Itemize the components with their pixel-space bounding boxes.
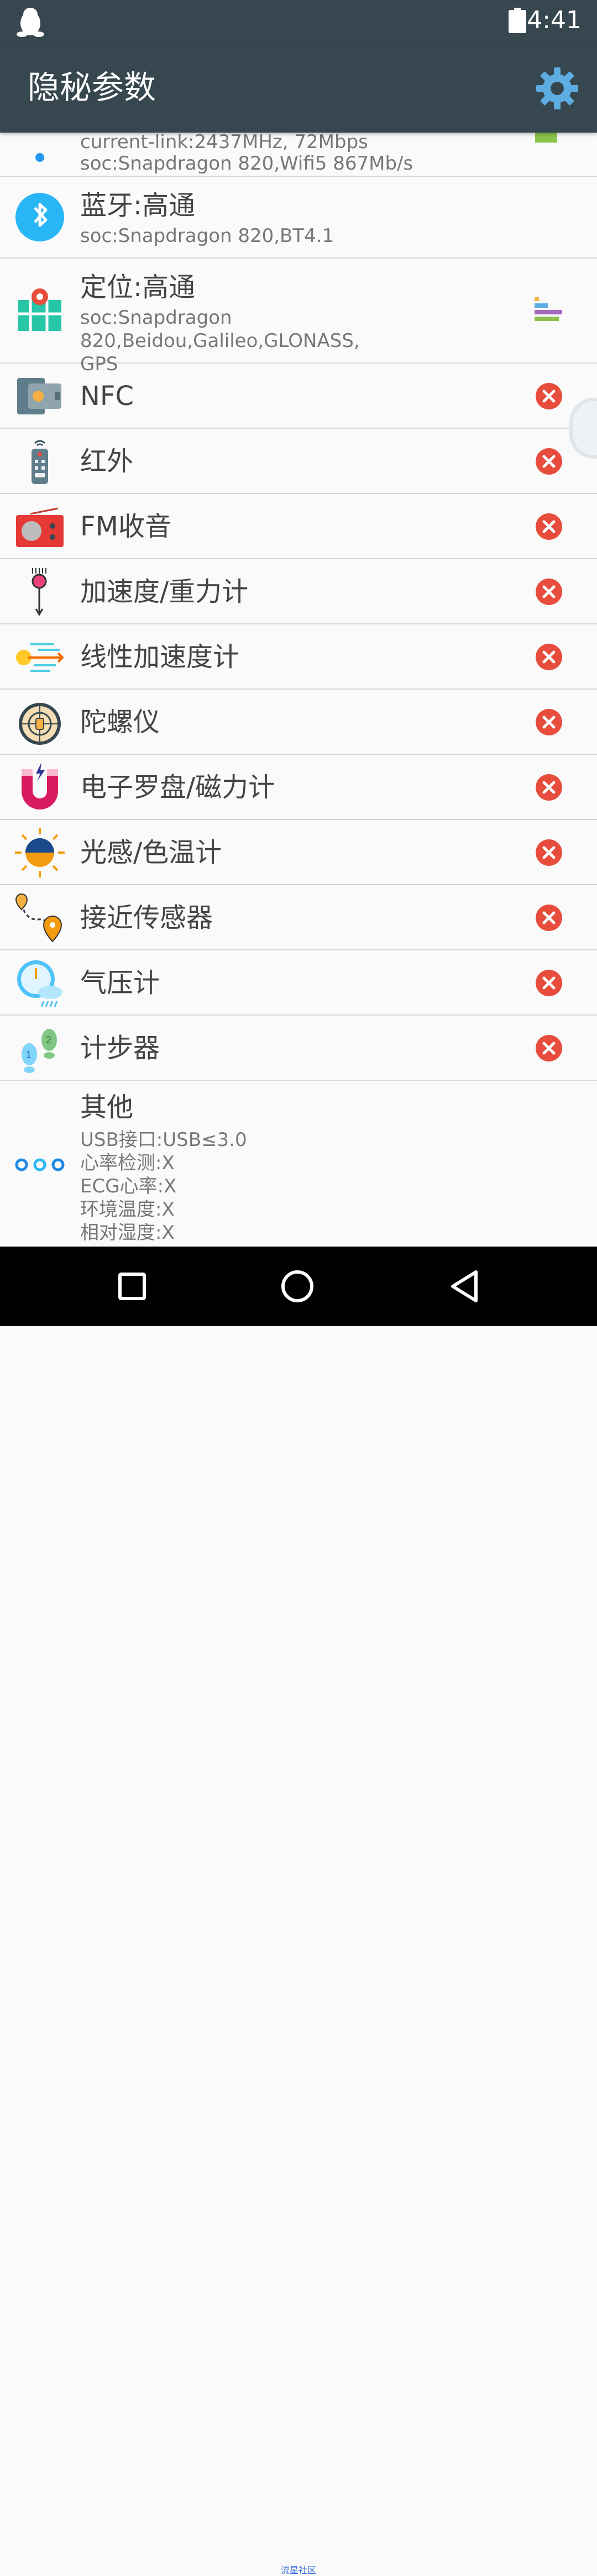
unsupported-x-icon — [536, 970, 562, 996]
wifi-soc-info: soc:Snapdragon 820,Wifi5 867Mb/s — [80, 153, 413, 175]
hardware-feature-list[interactable]: current-link:2437MHz, 72Mbps soc:Snapdra… — [0, 133, 597, 1247]
wifi-icon — [35, 153, 44, 162]
pedometer-title: 计步器 — [80, 1033, 160, 1064]
app-bar: 隐秘参数 — [0, 43, 597, 133]
gravity-icon — [32, 568, 47, 616]
barometer-icon — [17, 960, 62, 1007]
unsupported-x-icon — [536, 709, 562, 735]
linear-accel-title: 线性加速度计 — [80, 642, 240, 672]
more-dots-icon — [15, 1158, 65, 1171]
fm-title: FM收音 — [80, 511, 172, 542]
map-location-icon — [18, 288, 61, 331]
bluetooth-title: 蓝牙:高通 — [80, 190, 196, 221]
gyroscope-icon — [19, 703, 61, 745]
watermark-text: 流星社区 — [281, 2565, 317, 2575]
unsupported-x-icon — [536, 774, 562, 801]
status-bar: 4:41 — [0, 0, 597, 43]
qq-penguin-icon — [17, 8, 44, 37]
unsupported-x-icon — [536, 905, 562, 931]
home-circle-icon[interactable] — [277, 1266, 317, 1306]
list-item-barometer[interactable]: 气压计 — [0, 950, 597, 1016]
page-title: 隐秘参数 — [28, 69, 156, 106]
svg-text:2: 2 — [46, 1034, 51, 1045]
infrared-title: 红外 — [80, 446, 134, 477]
proximity-title: 接近传感器 — [80, 902, 213, 933]
bar-chart-icon[interactable] — [533, 295, 564, 325]
bluetooth-subtitle: soc:Snapdragon 820,BT4.1 — [80, 225, 334, 247]
barometer-title: 气压计 — [80, 968, 160, 998]
gyroscope-title: 陀螺仪 — [80, 707, 160, 738]
bluetooth-icon — [15, 193, 64, 241]
route-pins-icon — [15, 893, 62, 943]
list-item-compass[interactable]: 电子罗盘/磁力计 — [0, 755, 597, 820]
list-item-fm-radio[interactable]: FM收音 — [0, 494, 597, 559]
compass-title: 电子罗盘/磁力计 — [80, 772, 275, 803]
unsupported-x-icon — [536, 839, 562, 866]
footprints-icon: 1 2 — [22, 1029, 57, 1073]
list-item-other[interactable]: 其他 USB接口:USB≤3.0 心率检测:X ECG心率:X 环境温度:X 相… — [0, 1081, 597, 1247]
battery-full-icon — [509, 8, 526, 33]
unsupported-x-icon — [536, 513, 562, 540]
light-title: 光感/色温计 — [80, 837, 222, 868]
list-item-location[interactable]: 定位:高通 soc:Snapdragon 820,Beidou,Galileo,… — [0, 259, 597, 375]
unsupported-x-icon — [536, 644, 562, 670]
nfc-title: NFC — [80, 381, 134, 412]
list-item-linear-accelerometer[interactable]: 线性加速度计 — [0, 624, 597, 690]
settings-button[interactable] — [534, 65, 580, 112]
unsupported-x-icon — [536, 383, 562, 409]
radio-icon — [16, 507, 64, 547]
list-item-proximity[interactable]: 接近传感器 — [0, 885, 597, 950]
remote-control-icon — [32, 440, 48, 484]
list-item-nfc[interactable]: NFC — [0, 364, 597, 429]
system-nav-bar: 流星社区 — [0, 1247, 597, 2575]
magnet-icon — [22, 763, 58, 809]
list-item-infrared[interactable]: 红外 — [0, 429, 597, 494]
unsupported-x-icon — [536, 1035, 562, 1061]
other-details: USB接口:USB≤3.0 心率检测:X ECG心率:X 环境温度:X 相对湿度… — [80, 1129, 247, 1244]
speed-lines-icon — [16, 643, 64, 672]
gear-icon — [536, 67, 578, 109]
status-time: 4:41 — [527, 6, 582, 34]
recents-square-icon[interactable] — [112, 1266, 152, 1306]
list-item-wifi[interactable]: current-link:2437MHz, 72Mbps soc:Snapdra… — [0, 133, 597, 177]
list-item-gyroscope[interactable]: 陀螺仪 — [0, 690, 597, 755]
sun-icon — [15, 828, 65, 877]
list-item-light-sensor[interactable]: 光感/色温计 — [0, 820, 597, 885]
list-item-bluetooth[interactable]: 蓝牙:高通 soc:Snapdragon 820,BT4.1 — [0, 177, 597, 259]
unsupported-x-icon — [536, 448, 562, 475]
other-title: 其他 — [80, 1092, 134, 1123]
list-item-pedometer[interactable]: 1 2 计步器 — [0, 1016, 597, 1081]
accelerometer-title: 加速度/重力计 — [80, 576, 249, 607]
svg-text:1: 1 — [26, 1049, 32, 1060]
wifi-chart-icon — [535, 133, 557, 143]
unsupported-x-icon — [536, 579, 562, 605]
list-item-accelerometer[interactable]: 加速度/重力计 — [0, 559, 597, 624]
location-title: 定位:高通 — [80, 272, 196, 303]
back-triangle-icon[interactable] — [445, 1266, 485, 1306]
wifi-link-info: current-link:2437MHz, 72Mbps — [80, 133, 368, 153]
nfc-card-icon — [17, 378, 61, 414]
